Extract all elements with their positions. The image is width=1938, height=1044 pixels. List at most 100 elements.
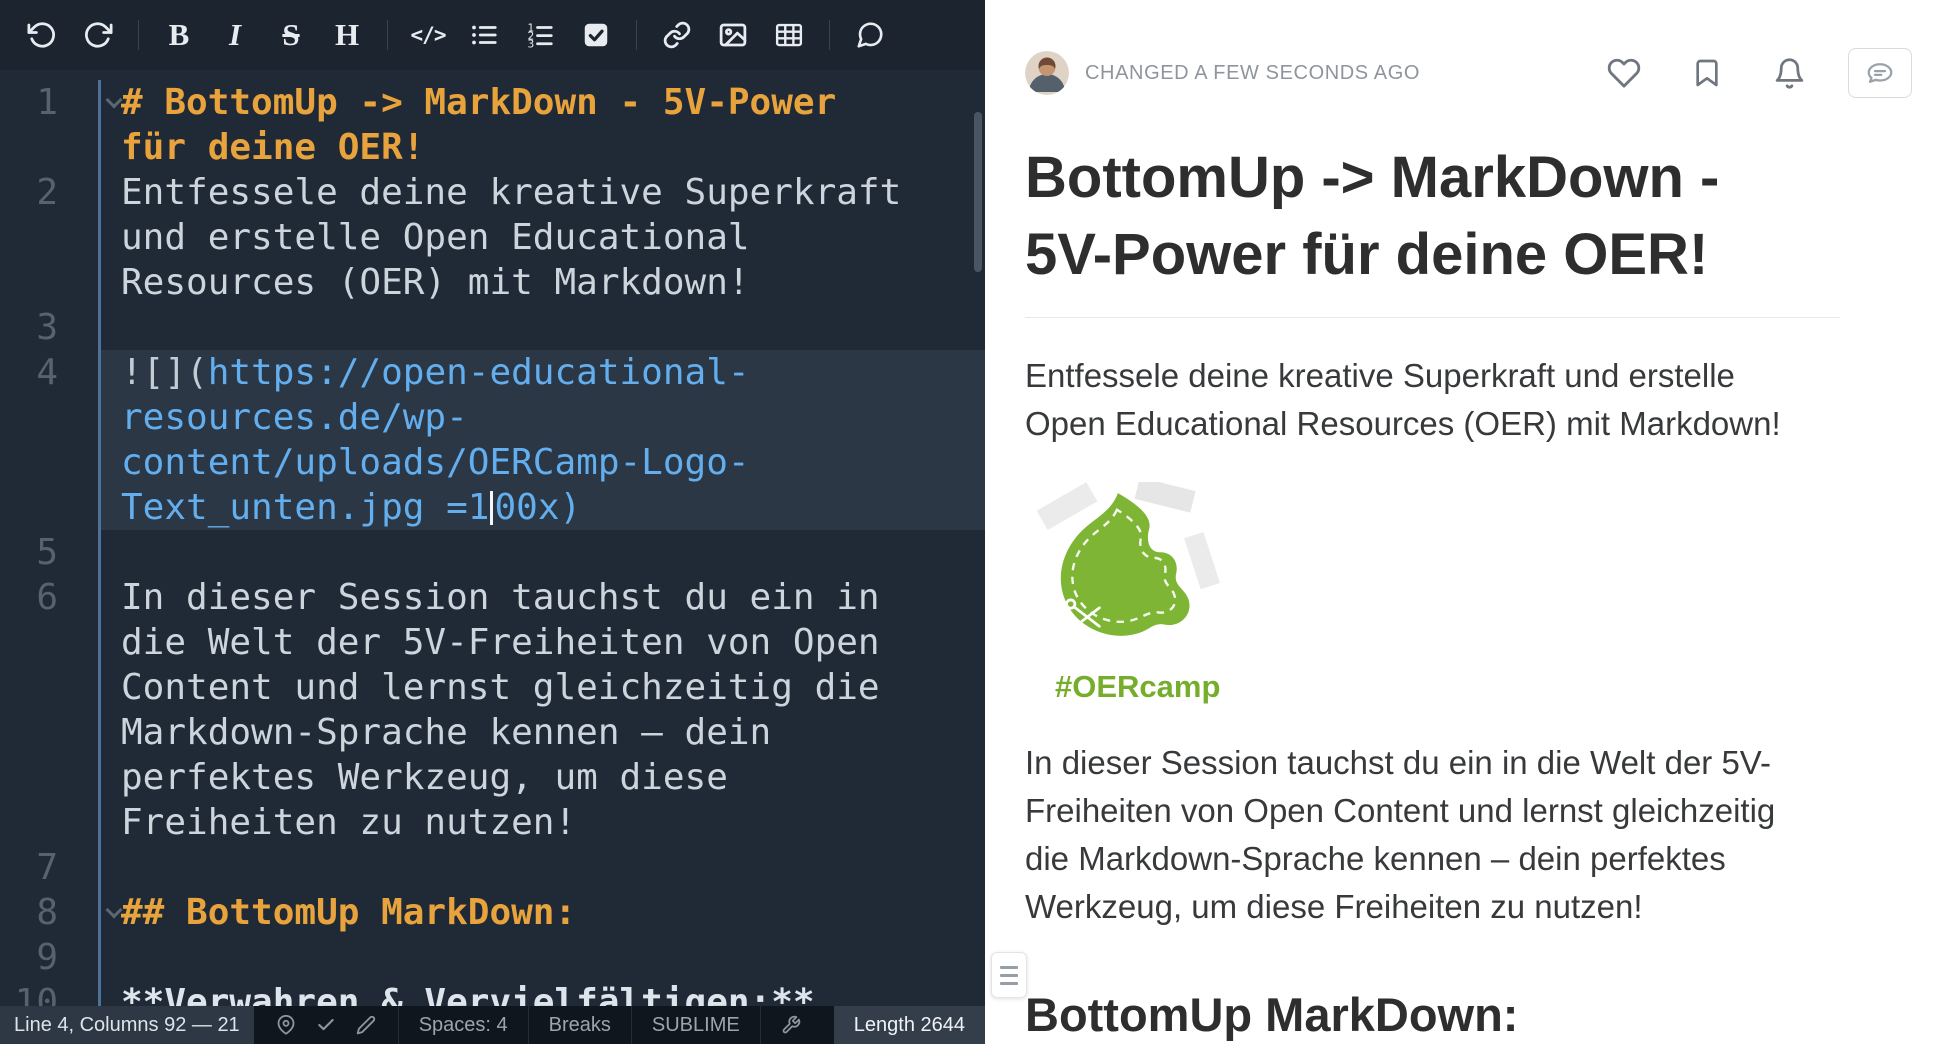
code-row[interactable]: Markdown-Sprache kennen – dein <box>98 710 985 755</box>
italic-icon[interactable]: I <box>209 12 261 58</box>
gutter-cell <box>0 485 98 530</box>
editor-row: 8 ## BottomUp MarkDown: <box>0 890 985 935</box>
indent-setting[interactable]: Spaces: 4 <box>398 1006 528 1044</box>
editor-toolbar: B I S H </> 123 <box>0 0 985 70</box>
document-length-status: Length 2644 <box>834 1006 985 1044</box>
code-editor[interactable]: 1 # BottomUp -> MarkDown - 5V-Powerfür de… <box>0 70 985 1006</box>
todo-list-icon[interactable] <box>570 12 622 58</box>
code-block-icon[interactable]: </> <box>402 12 454 58</box>
line-number: 1 <box>36 82 58 123</box>
code-row[interactable]: Freiheiten zu nutzen! <box>98 800 985 845</box>
code-token: ![]( <box>121 352 208 393</box>
code-row[interactable]: Text_unten.jpg =100x) <box>98 485 985 530</box>
code-row[interactable]: ## BottomUp MarkDown: <box>98 890 985 935</box>
editor-row: Text_unten.jpg =100x) <box>0 485 985 530</box>
code-row[interactable]: Entfessele deine kreative Superkraft <box>98 170 985 215</box>
editor-row: Freiheiten zu nutzen! <box>0 800 985 845</box>
session-paragraph: In dieser Session tauchst du ein in die … <box>1025 739 1840 931</box>
gutter-cell: 1 <box>0 80 98 125</box>
bell-icon[interactable] <box>1773 57 1806 90</box>
line-number: 6 <box>36 577 58 618</box>
code-row[interactable]: und erstelle Open Educational <box>98 215 985 260</box>
code-token: Entfessele deine kreative Superkraft <box>121 172 901 213</box>
code-row[interactable]: content/uploads/OERCamp-Logo- <box>98 440 985 485</box>
code-row[interactable]: # BottomUp -> MarkDown - 5V-Power <box>98 80 985 125</box>
editor-row: 7 <box>0 845 985 890</box>
toolbar-separator <box>138 20 139 50</box>
editor-row: 5 <box>0 530 985 575</box>
code-row[interactable]: Resources (OER) mit Markdown! <box>98 260 985 305</box>
link-icon[interactable] <box>651 12 703 58</box>
gutter-cell <box>0 620 98 665</box>
gutter-cell: 3 <box>0 305 98 350</box>
gutter-cell: 10 <box>0 980 98 1006</box>
code-token: Freiheiten zu nutzen! <box>121 802 576 843</box>
pane-resize-handle[interactable] <box>991 952 1027 998</box>
editor-scrollbar[interactable] <box>974 112 982 272</box>
ordered-list-icon[interactable]: 123 <box>514 12 566 58</box>
svg-text:3: 3 <box>528 38 535 51</box>
code-token: und erstelle Open Educational <box>121 217 750 258</box>
editor-row: 10 **Verwahren & Vervielfältigen:** <box>0 980 985 1006</box>
document-title: BottomUp -> MarkDown - 5V-Power für dein… <box>1025 140 1840 318</box>
code-row[interactable]: resources.de/wp- <box>98 395 985 440</box>
redo-icon[interactable] <box>72 12 124 58</box>
line-number: 7 <box>36 847 58 888</box>
code-row[interactable]: die Welt der 5V-Freiheiten von Open <box>98 620 985 665</box>
preferences-wrench-icon[interactable] <box>760 1006 821 1044</box>
editor-row: und erstelle Open Educational <box>0 215 985 260</box>
table-icon[interactable] <box>763 12 815 58</box>
code-row[interactable]: perfektes Werkzeug, um diese <box>98 755 985 800</box>
code-token: resources.de/wp- <box>121 397 468 438</box>
editor-row: perfektes Werkzeug, um diese <box>0 755 985 800</box>
author-avatar[interactable] <box>1025 51 1069 95</box>
editor-row: 1 # BottomUp -> MarkDown - 5V-Power <box>0 80 985 125</box>
heart-icon[interactable] <box>1607 56 1641 90</box>
status-check-icon[interactable] <box>316 1015 336 1035</box>
code-row[interactable]: Content und lernst gleichzeitig die <box>98 665 985 710</box>
image-icon[interactable] <box>707 12 759 58</box>
code-row[interactable] <box>98 845 985 890</box>
status-pin-icon[interactable] <box>276 1015 296 1035</box>
code-row[interactable]: für deine OER! <box>98 125 985 170</box>
gutter-cell <box>0 395 98 440</box>
intro-paragraph: Entfessele deine kreative Superkraft und… <box>1025 352 1840 448</box>
code-token: für deine OER! <box>121 127 424 168</box>
code-row[interactable] <box>98 305 985 350</box>
status-icons <box>254 1006 398 1044</box>
editor-row: für deine OER! <box>0 125 985 170</box>
code-token: https://open-educational- <box>208 352 750 393</box>
linebreak-setting[interactable]: Breaks <box>528 1006 631 1044</box>
heading-icon[interactable]: H <box>321 12 373 58</box>
gutter-cell <box>0 800 98 845</box>
comments-button[interactable] <box>1848 48 1912 98</box>
editor-row: 3 <box>0 305 985 350</box>
code-token: content/uploads/OERCamp-Logo- <box>121 442 750 483</box>
preview-pane: CHANGED A FEW SECONDS AGO BottomUp -> Ma… <box>985 0 1938 1044</box>
gutter-cell <box>0 665 98 710</box>
line-number: 10 <box>15 982 58 1006</box>
unordered-list-icon[interactable] <box>458 12 510 58</box>
editor-pane: B I S H </> 123 <box>0 0 985 1044</box>
code-row[interactable]: ![](https://open-educational- <box>98 350 985 395</box>
code-token: ## BottomUp MarkDown: <box>121 892 576 933</box>
gutter-cell <box>0 260 98 305</box>
code-token: # BottomUp -> MarkDown - 5V-Power <box>121 82 836 123</box>
line-number: 8 <box>36 892 58 933</box>
line-number: 5 <box>36 532 58 573</box>
code-token: Text_unten.jpg =1 <box>121 487 489 528</box>
code-row[interactable] <box>98 530 985 575</box>
strikethrough-icon[interactable]: S <box>265 12 317 58</box>
gutter-cell: 4 <box>0 350 98 395</box>
bookmark-icon[interactable] <box>1691 57 1723 89</box>
keymap-setting[interactable]: SUBLIME <box>631 1006 760 1044</box>
bold-icon[interactable]: B <box>153 12 205 58</box>
code-row[interactable]: **Verwahren & Vervielfältigen:** <box>98 980 985 1006</box>
code-row[interactable]: In dieser Session tauchst du ein in <box>98 575 985 620</box>
code-row[interactable] <box>98 935 985 980</box>
editor-row: 6 In dieser Session tauchst du ein in <box>0 575 985 620</box>
comment-icon[interactable] <box>844 12 896 58</box>
editor-row: 2Entfessele deine kreative Superkraft <box>0 170 985 215</box>
status-brush-icon[interactable] <box>356 1015 376 1035</box>
undo-icon[interactable] <box>16 12 68 58</box>
